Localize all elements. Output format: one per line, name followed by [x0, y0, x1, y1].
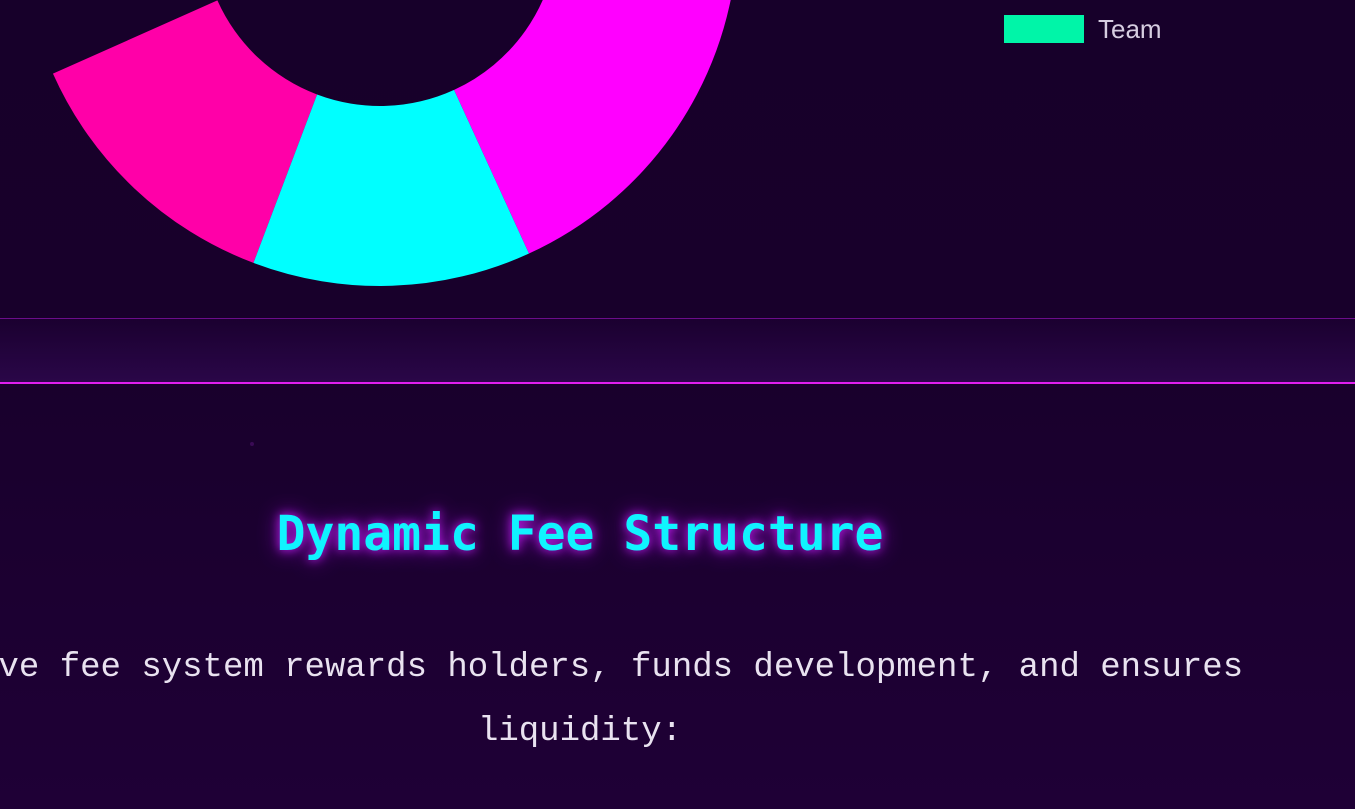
description-line: liquidity: — [477, 713, 683, 751]
section-divider — [0, 318, 1355, 384]
fee-structure-section: Dynamic Fee Structure vative fee system … — [0, 386, 1355, 809]
sparkle-decoration — [250, 442, 254, 446]
description-line: vative fee system rewards holders, funds… — [0, 649, 1244, 687]
tokenomics-chart-section: Team — [0, 0, 1355, 318]
page: Team Dynamic Fee Structure vative fee sy… — [0, 0, 1355, 809]
legend-swatch — [1004, 15, 1084, 43]
section-description: vative fee system rewards holders, funds… — [0, 636, 1330, 764]
legend-item-team[interactable]: Team — [1004, 14, 1162, 44]
legend-label: Team — [1098, 13, 1162, 44]
donut-chart — [52, 0, 731, 287]
section-title: Dynamic Fee Structure — [276, 506, 884, 562]
chart-legend: Team — [1004, 14, 1162, 44]
